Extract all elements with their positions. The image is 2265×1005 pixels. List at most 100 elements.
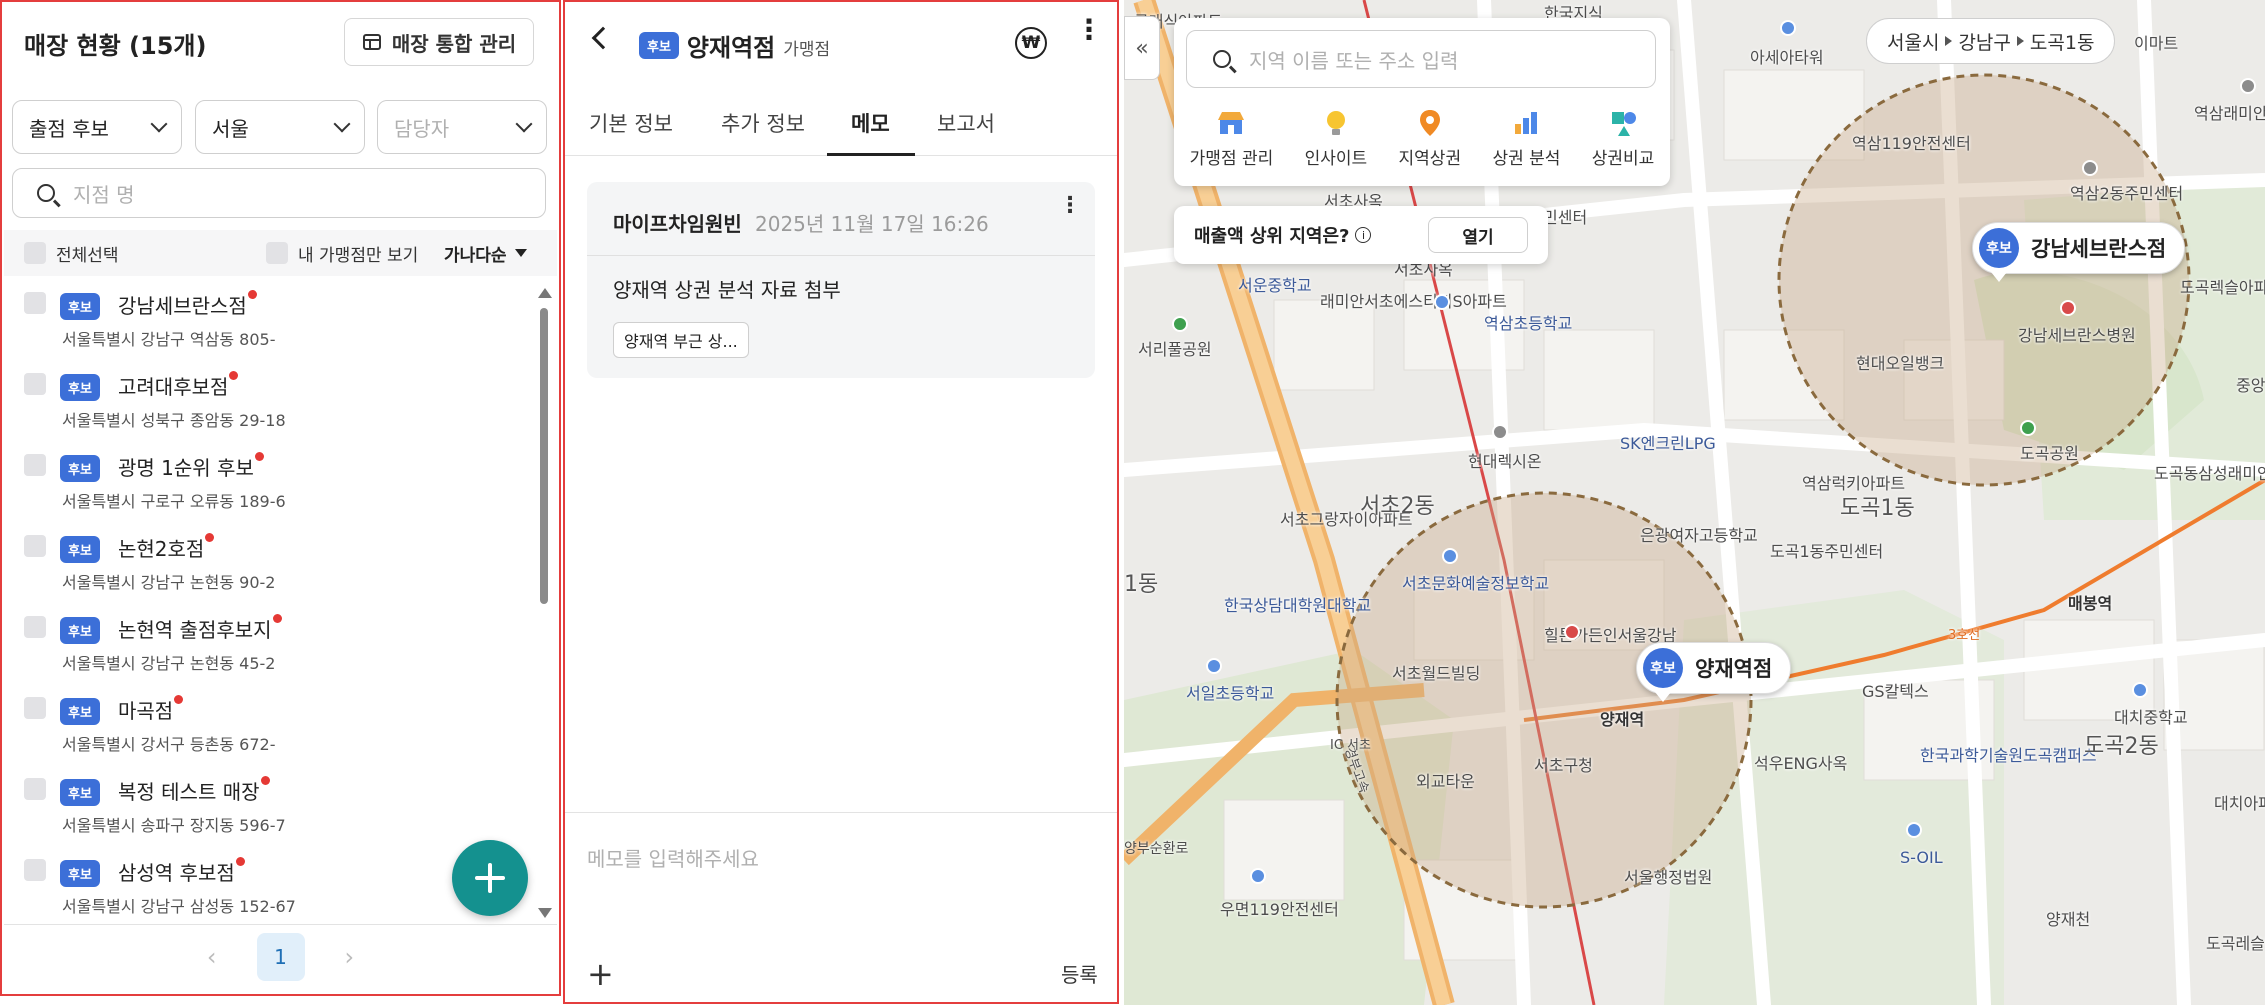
next-page-icon[interactable]: › (345, 943, 355, 971)
store-marker[interactable]: 후보 강남세브란스점 (1972, 222, 2186, 282)
memo-input[interactable]: 메모를 입력해주세요 (587, 843, 759, 872)
store-address: 서울특별시 강남구 논현동 45-2 (62, 654, 276, 673)
select-all-checkbox[interactable]: 전체선택 (24, 241, 119, 266)
region-filter-dropdown[interactable]: 서울 (195, 100, 365, 154)
poi-pin-icon[interactable] (1434, 294, 1450, 310)
poi-pin-icon[interactable] (1206, 658, 1222, 674)
tool-insight[interactable]: 인사이트 (1305, 108, 1367, 169)
back-arrow-icon[interactable] (591, 26, 615, 50)
map-search-input[interactable]: 지역 이름 또는 주소 입력 (1186, 30, 1656, 88)
list-item[interactable]: 후보 강남세브란스점 서울특별시 강남구 역삼동 805- (4, 278, 534, 359)
my-stores-only-label: 내 가맹점만 보기 (298, 245, 419, 266)
sort-dropdown[interactable]: 가나다순 (444, 241, 527, 266)
tab-report[interactable]: 보고서 (937, 108, 995, 138)
checkbox[interactable] (266, 242, 288, 264)
poi-pin-icon[interactable] (1780, 20, 1796, 36)
store-address: 서울특별시 강남구 삼성동 152-67 (62, 897, 296, 916)
new-dot-icon (229, 371, 239, 380)
map-label: 역삼119안전센터 (1852, 134, 1971, 153)
scrollbar-thumb[interactable] (540, 308, 548, 604)
poi-pin-icon[interactable] (2132, 682, 2148, 698)
attach-plus-icon[interactable]: + (587, 955, 614, 993)
tool-market-compare[interactable]: 상권비교 (1592, 108, 1654, 169)
poi-pin-icon[interactable] (2060, 300, 2076, 316)
manager-filter-placeholder: 담당자 (394, 116, 450, 141)
store-name: 논현역 출점후보지 (118, 614, 282, 643)
breadcrumb-item[interactable]: 도곡1동 (2030, 28, 2095, 55)
map-label: 외교타운 (1416, 772, 1475, 791)
store-search-input[interactable]: 지점 명 (12, 168, 546, 218)
checkbox[interactable] (24, 373, 46, 395)
checkbox[interactable] (24, 242, 46, 264)
status-badge: 후보 (60, 779, 100, 806)
poi-pin-icon[interactable] (1492, 424, 1508, 440)
list-item[interactable]: 후보 논현2호점 서울특별시 강남구 논현동 90-2 (4, 521, 534, 602)
memo-attachment[interactable]: 양재역 부근 상... (613, 322, 749, 358)
breadcrumb-item[interactable]: 서울시 (1887, 28, 1939, 55)
poi-pin-icon[interactable] (2020, 420, 2036, 436)
poi-pin-icon[interactable] (2240, 78, 2256, 94)
search-icon (1213, 50, 1231, 68)
status-badge: 후보 (60, 536, 100, 563)
open-button[interactable]: 열기 (1428, 217, 1528, 253)
store-marker[interactable]: 후보 양재역점 (1636, 642, 1792, 702)
store-marker-label: 양재역점 (1695, 657, 1773, 681)
checkbox[interactable] (24, 535, 46, 557)
checkbox[interactable] (24, 697, 46, 719)
list-item[interactable]: 후보 광명 1순위 후보 서울특별시 구로구 오류동 189-6 (4, 440, 534, 521)
tool-store-manage[interactable]: 가맹점 관리 (1190, 108, 1273, 169)
list-item[interactable]: 후보 고려대후보점 서울특별시 성북구 종암동 29-18 (4, 359, 534, 440)
map-label: 이마트 (2134, 34, 2179, 53)
checkbox[interactable] (24, 454, 46, 476)
map-label: 중앙 (2236, 376, 2265, 395)
poi-pin-icon[interactable] (1250, 868, 1266, 884)
info-icon[interactable]: i (1355, 227, 1372, 243)
my-stores-only-checkbox[interactable]: 내 가맹점만 보기 (266, 241, 418, 266)
region-breadcrumb[interactable]: 서울시 강남구 도곡1동 (1866, 18, 2116, 64)
tool-market-analysis[interactable]: 상권 분석 (1492, 108, 1560, 169)
tab-basic-info[interactable]: 기본 정보 (589, 108, 673, 138)
location-pin-icon (1419, 110, 1440, 136)
sales-won-icon[interactable]: ₩ (1015, 27, 1047, 59)
current-page-button[interactable]: 1 (256, 932, 305, 981)
chevron-right-icon (2016, 36, 2024, 46)
more-options-icon[interactable]: ⋮ (1075, 16, 1103, 44)
list-item[interactable]: 후보 복정 테스트 매장 서울특별시 송파구 장지동 596-7 (4, 764, 534, 845)
poi-pin-icon[interactable] (1172, 316, 1188, 332)
top-sales-region-card: 매출액 상위 지역은? i 열기 (1174, 206, 1548, 264)
poi-pin-icon[interactable] (2082, 160, 2098, 176)
checkbox[interactable] (24, 859, 46, 881)
manager-filter-dropdown[interactable]: 담당자 (377, 100, 547, 154)
tool-regional-market[interactable]: 지역상권 (1399, 108, 1461, 169)
tab-memo[interactable]: 메모 (851, 108, 890, 138)
panel-title: 매장 현황 (15개) (24, 32, 207, 60)
list-item[interactable]: 후보 마곡점 서울특별시 강서구 등촌동 672- (4, 683, 534, 764)
poi-pin-icon[interactable] (1564, 624, 1580, 640)
list-item[interactable]: 후보 논현역 출점후보지 서울특별시 강남구 논현동 45-2 (4, 602, 534, 683)
map-view[interactable]: 클래식아파트 한국지식 아세아타워 이마트 역삼래미안아파트 역삼119안전센터… (1124, 0, 2265, 1005)
caret-down-icon (514, 249, 527, 257)
memo-submit-button[interactable]: 등록 (1061, 959, 1098, 988)
tab-extra-info[interactable]: 추가 정보 (721, 108, 805, 138)
memo-header: 마이프차임원빈 2025년 11월 17일 16:26 ⋮ (587, 182, 1095, 256)
status-filter-dropdown[interactable]: 출점 후보 (12, 100, 182, 154)
status-badge: 후보 (639, 32, 679, 59)
scroll-down-arrow-icon[interactable] (538, 908, 552, 918)
map-search-placeholder: 지역 이름 또는 주소 입력 (1249, 48, 1459, 73)
new-dot-icon (254, 452, 264, 461)
store-manage-button[interactable]: 매장 통합 관리 (344, 18, 534, 66)
breadcrumb-item[interactable]: 강남구 (1958, 28, 2010, 55)
poi-pin-icon[interactable] (1906, 822, 1922, 838)
status-badge: 후보 (60, 698, 100, 725)
list-filter-bar: 전체선택 내 가맹점만 보기 가나다순 (4, 230, 557, 276)
checkbox[interactable] (24, 778, 46, 800)
checkbox[interactable] (24, 292, 46, 314)
memo-more-icon[interactable]: ⋮ (1059, 195, 1081, 217)
add-store-button[interactable] (452, 840, 528, 916)
collapse-panel-button[interactable]: « (1124, 16, 1160, 80)
checkbox[interactable] (24, 616, 46, 638)
poi-pin-icon[interactable] (1442, 548, 1458, 564)
prev-page-icon[interactable]: ‹ (207, 943, 217, 971)
scroll-up-arrow-icon[interactable] (538, 288, 552, 298)
map-label: 도곡2동 (2084, 734, 2159, 759)
